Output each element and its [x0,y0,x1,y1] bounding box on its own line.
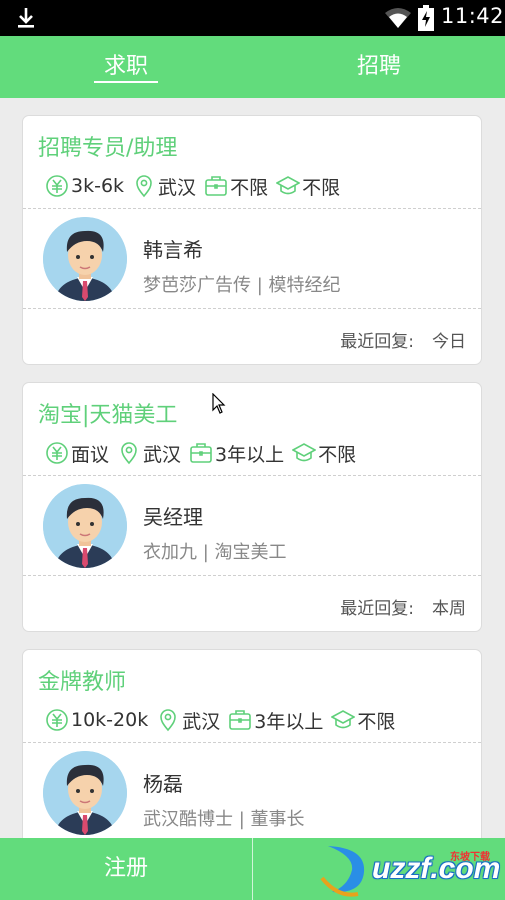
job-title: 淘宝|天猫美工 [38,403,178,428]
job-meta: 3k-6k 武汉 不限 不限 [45,172,348,200]
tab-job-seeking[interactable]: 求职 [0,36,252,98]
recruiter-name: 韩言希 [143,238,203,262]
experience: 3年以上 [189,440,284,467]
graduation-cap-icon [276,176,301,195]
location: 武汉 [156,707,220,734]
divider [23,575,481,576]
salary: 面议 [45,440,109,467]
briefcase-icon [205,176,227,196]
job-meta: 面议 武汉 3年以上 不限 [45,439,364,467]
location: 武汉 [117,440,181,467]
experience: 不限 [204,173,268,200]
job-title: 招聘专员/助理 [38,136,178,161]
briefcase-icon [190,443,212,463]
watermark-swirl-icon [320,846,365,897]
salary-text: 10k-20k [71,709,149,731]
salary-icon [46,175,68,197]
last-reply: 最近回复: 本周 [340,594,466,619]
wifi-icon [385,8,411,28]
recruiter-name: 杨磊 [143,772,183,796]
watermark-logo: uzzf.com 东坡下载 [318,838,505,900]
last-reply: 最近回复: 今日 [340,327,466,352]
company-name: 武汉酷博士 | 董事长 [143,809,305,830]
top-tab-bar: 求职 招聘 [0,36,505,98]
salary: 3k-6k [45,174,124,198]
recruiter-name: 吴经理 [143,505,203,529]
recruiter-avatar [43,484,127,568]
divider [23,208,481,209]
location-text: 武汉 [158,176,197,199]
education-text: 不限 [357,710,396,733]
education-text: 不限 [318,443,357,466]
salary-icon [46,442,68,464]
salary-text: 3k-6k [71,175,125,197]
active-tab-indicator [94,81,158,83]
tab-recruiting[interactable]: 招聘 [253,36,505,98]
job-list: 招聘专员/助理 3k-6k 武汉 不限 不限 韩言希 梦芭莎广告传 | 模特经纪… [0,98,505,838]
watermark-small-text: 东坡下载 [450,852,490,863]
education: 不限 [331,707,395,734]
divider [23,308,481,309]
experience: 3年以上 [228,707,323,734]
divider [23,742,481,743]
job-card[interactable]: 金牌教师 10k-20k 武汉 3年以上 不限 杨磊 武汉酷博士 | 董事长 [22,649,482,838]
location-pin-icon [160,709,177,732]
location-text: 武汉 [143,443,182,466]
education-text: 不限 [302,176,341,199]
experience-text: 3年以上 [254,710,324,733]
recruiter-avatar [43,751,127,835]
company-name: 梦芭莎广告传 | 模特经纪 [143,275,341,296]
last-reply-label: 最近回复: [340,332,414,352]
location-pin-icon [136,175,152,198]
salary: 10k-20k [45,708,148,732]
salary-icon [46,709,68,731]
location-pin-icon [121,442,137,465]
location: 武汉 [132,173,196,200]
job-meta: 10k-20k 武汉 3年以上 不限 [45,706,403,734]
graduation-cap-icon [292,443,317,462]
register-button[interactable]: 注册 [0,838,252,900]
location-text: 武汉 [182,710,221,733]
experience-text: 不限 [230,176,269,199]
recruiter-avatar [43,217,127,301]
last-reply-label: 最近回复: [340,599,414,619]
education: 不限 [276,173,340,200]
job-card[interactable]: 招聘专员/助理 3k-6k 武汉 不限 不限 韩言希 梦芭莎广告传 | 模特经纪… [22,115,482,365]
status-bar: 11:42 [0,0,505,36]
graduation-cap-icon [331,710,356,729]
battery-charging-icon [418,5,434,31]
education: 不限 [292,440,356,467]
job-title: 金牌教师 [38,670,127,695]
last-reply-value: 今日 [432,332,466,352]
download-icon [18,8,34,28]
salary-text: 面议 [71,443,110,466]
mouse-cursor-icon [212,393,226,414]
briefcase-icon [229,710,252,730]
last-reply-value: 本周 [432,599,466,619]
divider [23,475,481,476]
company-name: 衣加九 | 淘宝美工 [143,542,287,563]
clock-time: 11:42 [441,4,505,28]
experience-text: 3年以上 [215,443,285,466]
job-card[interactable]: 淘宝|天猫美工 面议 武汉 3年以上 不限 吴经理 衣加九 | 淘宝美工 最近回… [22,382,482,632]
